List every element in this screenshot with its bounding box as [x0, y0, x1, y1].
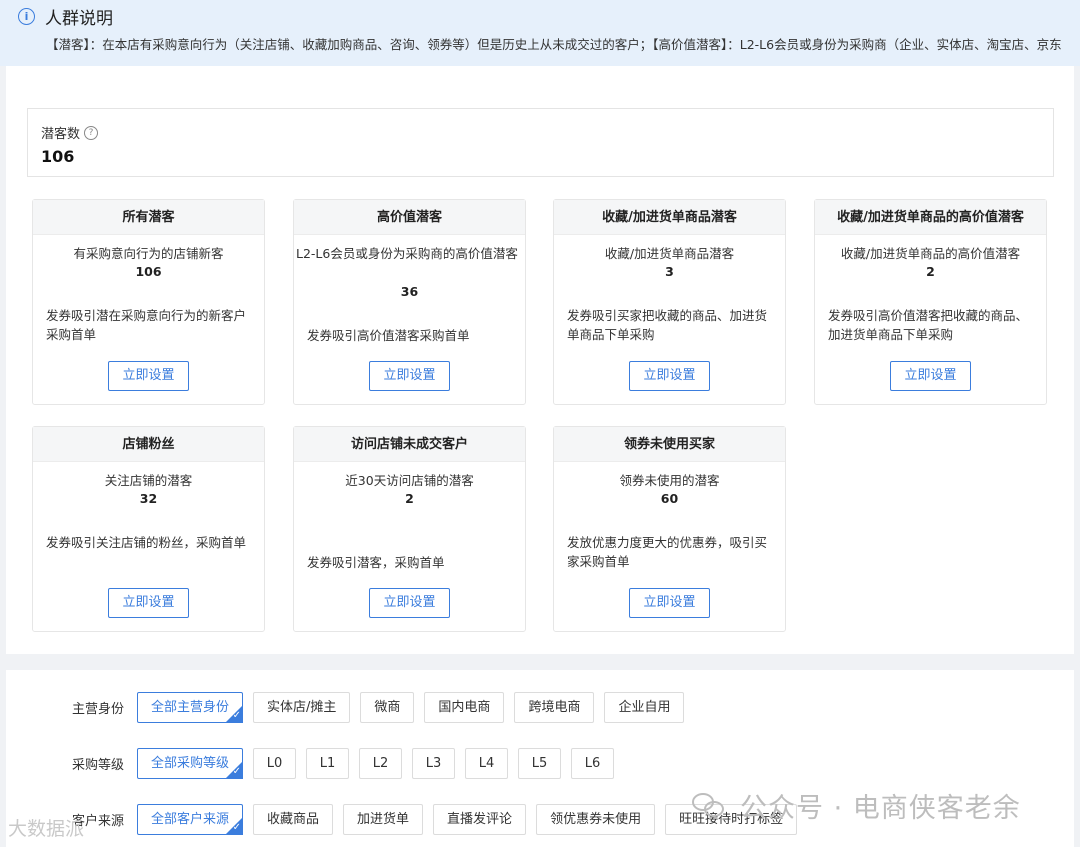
- card-desc: 收藏/加进货单商品潜客: [604, 246, 735, 261]
- option-label: 全部采购等级: [151, 756, 230, 771]
- filter-option[interactable]: L2: [359, 748, 403, 779]
- setup-button[interactable]: 立即设置: [890, 361, 971, 391]
- filter-option[interactable]: L6: [571, 748, 615, 779]
- card-title: 收藏/加进货单商品的高价值潜客: [815, 200, 1046, 235]
- watermark-text: 公众号 · 电商侠客老余: [740, 793, 1021, 824]
- filter-option[interactable]: 实体店/摊主: [253, 692, 351, 723]
- filter-option[interactable]: L0: [253, 748, 297, 779]
- filter-option[interactable]: 跨境电商: [514, 692, 595, 723]
- info-title-row: i 人群说明: [18, 4, 113, 29]
- card-title: 高价值潜客: [294, 200, 525, 235]
- card-desc: 领券未使用的潜客: [619, 473, 720, 488]
- card-count: 106: [135, 264, 162, 279]
- help-icon[interactable]: ?: [84, 125, 99, 140]
- card-count: 36: [400, 284, 419, 299]
- wechat-watermark: 公众号 · 电商侠客老余: [692, 786, 1021, 825]
- filter-option[interactable]: L5: [518, 748, 562, 779]
- card-count: 2: [926, 264, 935, 279]
- filter-option-selected[interactable]: 全部主营身份 ✓: [137, 692, 244, 723]
- filter-row-identity: 主营身份 全部主营身份 ✓ 实体店/摊主 微商 国内电商 跨境电商 企业自用: [6, 692, 694, 723]
- card-note: 发券吸引高价值潜客把收藏的商品、加进货单商品下单采购: [828, 308, 1029, 342]
- card-count: 2: [405, 491, 414, 506]
- filter-row-level: 采购等级 全部采购等级 ✓ L0 L1 L2 L3 L4 L5 L6: [6, 748, 624, 779]
- crowd-card-high-value: 高价值潜客 L2-L6会员或身份为采购商的高价值潜客 36 发券吸引高价值潜客采…: [293, 199, 526, 405]
- filter-option-selected[interactable]: 全部客户来源 ✓: [137, 804, 244, 835]
- card-desc: L2-L6会员或身份为采购商的高价值潜客: [296, 246, 518, 261]
- filter-option[interactable]: 微商: [360, 692, 415, 723]
- setup-button[interactable]: 立即设置: [369, 588, 450, 618]
- card-desc: 近30天访问店铺的潜客: [345, 473, 474, 488]
- card-note: 发放优惠力度更大的优惠券，吸引买家采购首单: [567, 535, 768, 569]
- prospect-count-value: 106: [41, 147, 75, 166]
- prospect-count-box: 潜客数 ? 106: [27, 108, 1054, 177]
- filter-label: 采购等级: [71, 758, 124, 773]
- card-title: 所有潜客: [33, 200, 264, 235]
- info-description: 【潜客】：在本店有采购意向行为（关注店铺、收藏加购商品、咨询、领券等）但是历史上…: [46, 37, 1062, 52]
- setup-button[interactable]: 立即设置: [108, 588, 189, 618]
- card-note: 发券吸引买家把收藏的商品、加进货单商品下单采购: [567, 308, 768, 342]
- crowd-card-favorites-high-value: 收藏/加进货单商品的高价值潜客 收藏/加进货单商品的高价值潜客 2 发券吸引高价…: [814, 199, 1047, 405]
- setup-button[interactable]: 立即设置: [369, 361, 450, 391]
- filter-row-source: 客户来源 全部客户来源 ✓ 收藏商品 加进货单 直播发评论 领优惠券未使用 旺旺接…: [6, 804, 807, 835]
- setup-button[interactable]: 立即设置: [629, 588, 710, 618]
- prospect-count-label: 潜客数: [41, 127, 81, 142]
- filter-option[interactable]: L1: [306, 748, 350, 779]
- card-title: 访问店铺未成交客户: [294, 427, 525, 462]
- card-desc: 关注店铺的潜客: [104, 473, 193, 488]
- crowd-info-banner: i 人群说明 【潜客】：在本店有采购意向行为（关注店铺、收藏加购商品、咨询、领券…: [0, 0, 1080, 66]
- filter-option[interactable]: 领优惠券未使用: [536, 804, 656, 835]
- filter-option[interactable]: 国内电商: [424, 692, 505, 723]
- filter-option[interactable]: L4: [465, 748, 509, 779]
- crowd-card-favorites: 收藏/加进货单商品潜客 收藏/加进货单商品潜客 3 发券吸引买家把收藏的商品、加…: [553, 199, 786, 405]
- card-note: 发券吸引潜在采购意向行为的新客户采购首单: [46, 308, 247, 342]
- crowd-card-all: 所有潜客 有采购意向行为的店铺新客 106 发券吸引潜在采购意向行为的新客户采购…: [32, 199, 265, 405]
- setup-button[interactable]: 立即设置: [108, 361, 189, 391]
- filter-option[interactable]: 收藏商品: [253, 804, 334, 835]
- filter-option[interactable]: L3: [412, 748, 456, 779]
- crowd-panel: 潜客数 ? 106 所有潜客 有采购意向行为的店铺新客 106 发券吸引潜在采购…: [6, 66, 1074, 654]
- card-title: 店铺粉丝: [33, 427, 264, 462]
- card-count: 60: [660, 491, 679, 506]
- filter-option-selected[interactable]: 全部采购等级 ✓: [137, 748, 244, 779]
- setup-button[interactable]: 立即设置: [629, 361, 710, 391]
- option-label: 全部客户来源: [151, 812, 230, 827]
- card-note: 发券吸引关注店铺的粉丝，采购首单: [46, 535, 247, 550]
- crowd-card-fans: 店铺粉丝 关注店铺的潜客 32 发券吸引关注店铺的粉丝，采购首单 立即设置: [32, 426, 265, 632]
- filter-label: 主营身份: [71, 702, 124, 717]
- filter-option[interactable]: 企业自用: [604, 692, 685, 723]
- card-title: 收藏/加进货单商品潜客: [554, 200, 785, 235]
- card-count: 3: [665, 264, 674, 279]
- crowd-card-unused-coupon: 领券未使用买家 领券未使用的潜客 60 发放优惠力度更大的优惠券，吸引买家采购首…: [553, 426, 786, 632]
- card-desc: 收藏/加进货单商品的高价值潜客: [840, 246, 1021, 261]
- check-icon: ✓: [232, 766, 242, 777]
- info-title: 人群说明: [45, 9, 113, 29]
- prospect-count-label-row: 潜客数 ?: [41, 123, 99, 142]
- check-icon: ✓: [232, 822, 242, 833]
- card-note: 发券吸引潜客，采购首单: [307, 555, 445, 570]
- filter-option[interactable]: 加进货单: [343, 804, 424, 835]
- option-label: 全部主营身份: [151, 700, 230, 715]
- filter-option[interactable]: 直播发评论: [433, 804, 527, 835]
- card-count: 32: [139, 491, 158, 506]
- check-icon: ✓: [232, 710, 242, 721]
- card-note: 发券吸引高价值潜客采购首单: [307, 328, 470, 343]
- watermark-secondary: 大数据派: [8, 818, 85, 840]
- info-icon: i: [18, 8, 35, 25]
- card-title: 领券未使用买家: [554, 427, 785, 462]
- wechat-icon: [692, 791, 726, 821]
- crowd-card-visitors: 访问店铺未成交客户 近30天访问店铺的潜客 2 发券吸引潜客，采购首单 立即设置: [293, 426, 526, 632]
- card-desc: 有采购意向行为的店铺新客: [73, 246, 224, 261]
